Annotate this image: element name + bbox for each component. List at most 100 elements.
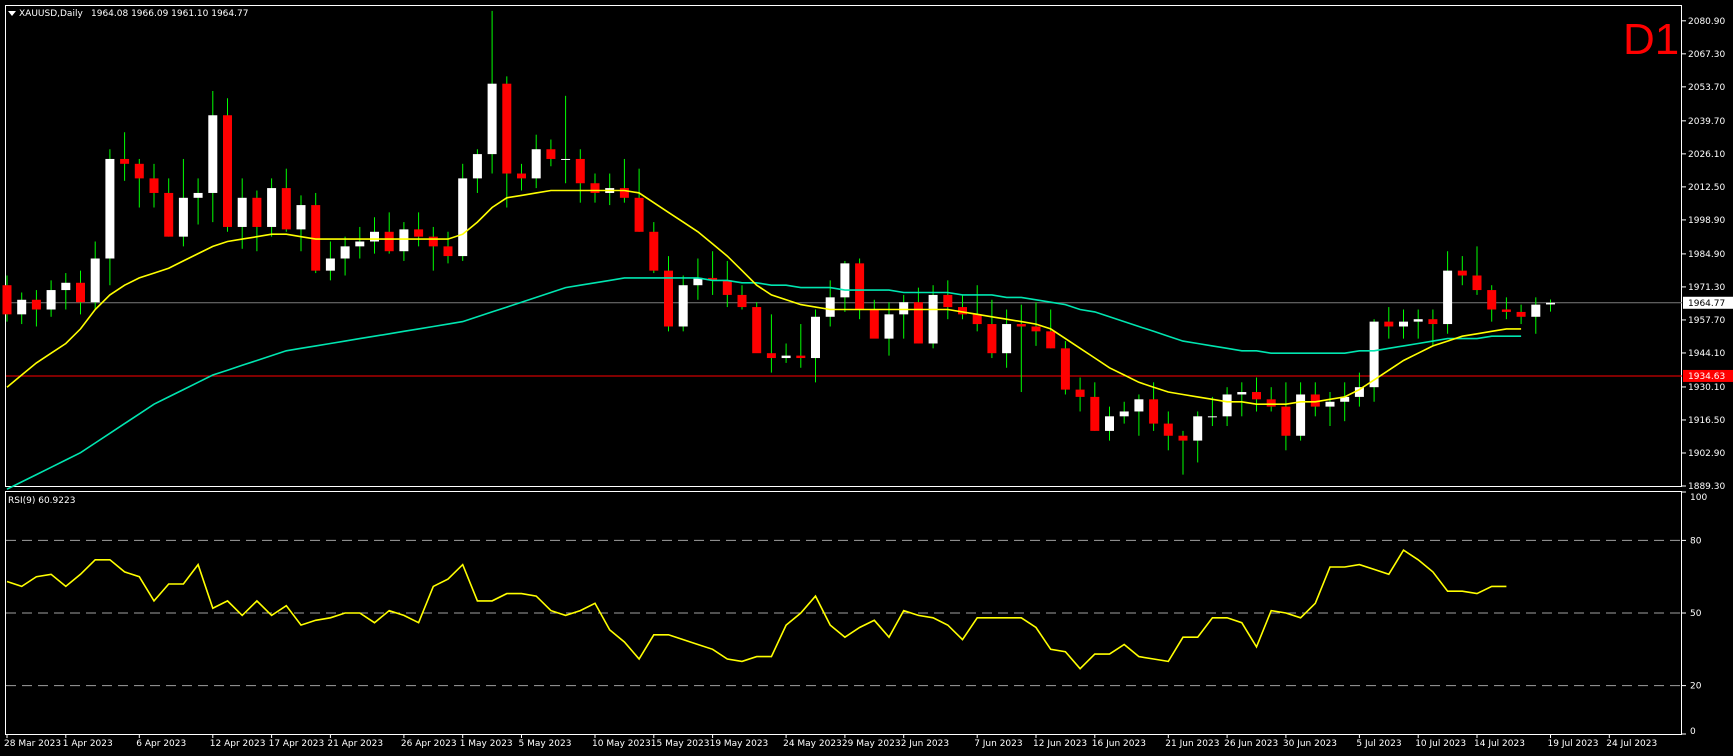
time-tick-label: 17 Apr 2023 (269, 739, 325, 749)
bull-candle-body (1119, 411, 1129, 417)
bear-candle-body (281, 188, 291, 230)
price-tick-label: 1984.90 (1688, 250, 1725, 260)
rsi-tick-label: 20 (1690, 682, 1702, 692)
bear-candle-body (766, 353, 776, 359)
bear-candle-body (1252, 392, 1261, 400)
bear-candle-body (31, 299, 41, 310)
bear-candle-body (164, 192, 174, 237)
bear-candle-body (546, 149, 556, 159)
bear-candle-body (913, 302, 923, 344)
bear-candle-body (590, 183, 600, 193)
bull-candle-body (1531, 304, 1541, 317)
time-tick-label: 14 Jul 2023 (1474, 739, 1525, 749)
bear-candle-body (517, 173, 526, 179)
bear-candle-body (634, 197, 644, 232)
price-chart[interactable]: 2080.90 2067.30 2053.70 2039.70 2026.10 2012.… (0, 0, 1733, 756)
bear-candle-body (1428, 319, 1438, 325)
bear-candle-body (722, 280, 732, 295)
bear-candle-body (649, 231, 659, 271)
bear-candle-body (943, 294, 953, 308)
bull-candle-body (825, 297, 835, 317)
bear-candle-body (223, 115, 232, 227)
timeframe-label: D1 (1623, 15, 1679, 64)
bull-candle-body (90, 258, 100, 303)
bear-candle-body (1178, 435, 1188, 441)
time-tick-label: 21 Apr 2023 (327, 739, 383, 749)
bull-candle-body (355, 241, 365, 247)
price-tick-label: 1944.10 (1688, 349, 1725, 359)
price-tick-label: 1971.30 (1688, 283, 1725, 293)
bull-candle-body (325, 258, 335, 271)
price-tick-label: 2012.50 (1688, 183, 1725, 193)
bear-candle-body (796, 355, 806, 359)
bull-candle-body (1296, 394, 1306, 436)
price-tick-label: 2080.90 (1688, 17, 1725, 27)
bear-candle-body (1266, 399, 1276, 407)
bull-candle-body (340, 246, 350, 259)
bull-candle-body (237, 197, 247, 227)
bull-candle-body (46, 290, 56, 310)
bear-candle-body (575, 158, 585, 184)
bear-candle-body (502, 83, 512, 174)
price-tick-label: 1902.90 (1688, 449, 1725, 459)
bear-candle-body (1031, 326, 1041, 332)
bear-candle-body (149, 178, 159, 193)
bear-candle-body (1501, 309, 1511, 312)
bull-candle-body (899, 302, 909, 315)
bull-candle-body (884, 314, 894, 339)
bull-candle-body (1325, 401, 1335, 407)
price-tick-label: 2026.10 (1688, 150, 1725, 160)
ohlc-values: 1964.08 1966.09 1961.10 1964.77 (91, 9, 248, 19)
time-tick-label: 6 Apr 2023 (136, 739, 186, 749)
time-tick-label: 15 May 2023 (651, 739, 710, 749)
bull-candle-body (1399, 321, 1408, 327)
bull-candle-body (1443, 270, 1453, 325)
bear-candle-body (1060, 348, 1070, 390)
bear-candle-body (76, 282, 85, 303)
price-tick-label: 1998.90 (1688, 216, 1725, 226)
bear-candle-body (414, 229, 424, 237)
time-tick-label: 24 May 2023 (783, 739, 842, 749)
bull-candle-body (1134, 399, 1144, 412)
bear-candle-body (252, 197, 262, 227)
time-tick-label: 10 Jul 2023 (1415, 739, 1466, 749)
bear-candle-body (1457, 270, 1467, 276)
bull-candle-body (840, 263, 850, 298)
bear-candle-body (1384, 321, 1394, 327)
bear-candle-body (619, 188, 629, 198)
bull-candle-body (561, 158, 571, 160)
time-tick-label: 29 May 2023 (842, 739, 901, 749)
price-tick-label: 2067.30 (1688, 50, 1725, 60)
price-tick-label: 2053.70 (1688, 83, 1725, 93)
bull-candle-body (531, 149, 541, 179)
bear-candle-body (443, 246, 453, 257)
rsi-tick-label: 0 (1690, 727, 1696, 737)
price-tick-label: 1916.50 (1688, 416, 1725, 426)
bull-candle-body (193, 192, 203, 198)
level-price-tag-label: 1934.63 (1688, 372, 1725, 382)
bear-candle-body (1149, 399, 1159, 424)
bear-candle-body (1075, 389, 1085, 397)
bear-candle-body (855, 263, 865, 310)
bear-candle-body (1487, 290, 1497, 310)
price-tick-label: 1957.70 (1688, 316, 1725, 326)
bull-candle-body (472, 154, 482, 179)
bear-candle-body (869, 309, 879, 339)
bear-candle-body (752, 307, 762, 354)
bear-candle-body (664, 270, 673, 327)
chart-background (0, 0, 1733, 756)
bear-candle-body (1090, 396, 1100, 431)
rsi-tick-label: 100 (1690, 493, 1707, 503)
bear-candle-body (1472, 275, 1482, 291)
time-tick-label: 28 Mar 2023 (4, 739, 61, 749)
time-tick-label: 16 Jun 2023 (1092, 739, 1146, 749)
bull-candle-body (208, 115, 218, 193)
bear-candle-body (972, 314, 982, 325)
bear-candle-body (987, 324, 997, 354)
candle (1060, 341, 1070, 395)
bull-candle-body (1193, 416, 1203, 441)
bull-candle-body (928, 294, 938, 344)
bull-candle-body (296, 205, 306, 230)
bull-candle-body (1002, 324, 1012, 354)
bull-candle-body (267, 188, 277, 227)
